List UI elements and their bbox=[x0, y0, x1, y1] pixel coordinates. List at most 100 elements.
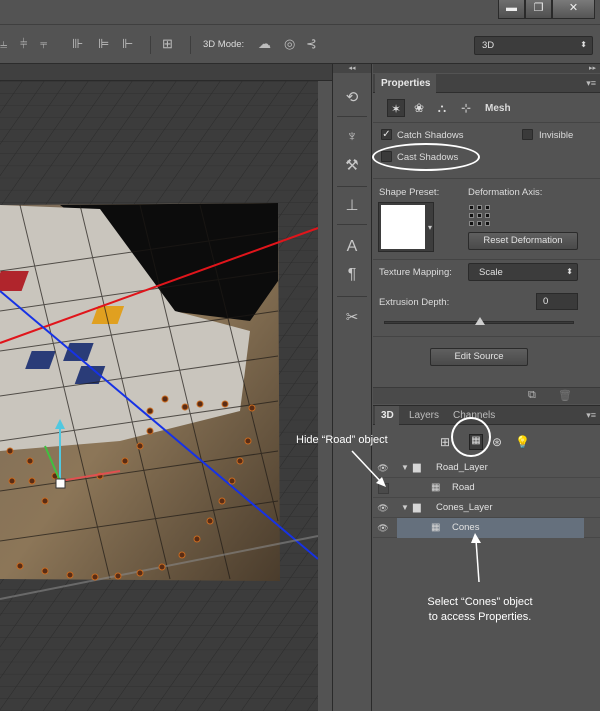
panel-collapse-button[interactable]: ▸▸ bbox=[373, 64, 600, 73]
cap-icon[interactable]: ⛬ bbox=[433, 99, 451, 117]
layer-row-road-group[interactable]: 👁 ▼ ▆ Road_Layer bbox=[373, 458, 600, 478]
new-object-icon[interactable]: ⧉ bbox=[528, 389, 536, 402]
character-icon[interactable]: A bbox=[333, 238, 371, 256]
workspace-select[interactable]: 3D ⬍ bbox=[474, 36, 593, 55]
deform-icon[interactable]: ❀ bbox=[410, 99, 428, 117]
3d-scene[interactable] bbox=[0, 81, 318, 711]
align-hcenter-icon[interactable]: ⊫ bbox=[98, 36, 109, 52]
3d-mode-label: 3D Mode: bbox=[203, 39, 245, 50]
panel-dock-icons: ◂◂ ⟲ ♆ ⚒ ⊥ A ¶ ✂ bbox=[332, 64, 372, 711]
align-left-icon[interactable]: ⊪ bbox=[72, 36, 83, 52]
slider-handle[interactable] bbox=[475, 317, 485, 325]
align-right-icon[interactable]: ⊩ bbox=[122, 36, 133, 52]
roll-icon[interactable]: ◎ bbox=[284, 36, 295, 52]
close-button[interactable]: ✕ bbox=[552, 0, 595, 19]
coordinates-icon[interactable]: ⊹ bbox=[457, 99, 475, 117]
layer-row-cones-group[interactable]: 👁 ▼ ▆ Cones_Layer bbox=[373, 498, 600, 518]
restore-button[interactable]: ❐ bbox=[525, 0, 552, 19]
panel-menu-icon[interactable]: ▾≡ bbox=[586, 78, 596, 89]
texture-mapping-label: Texture Mapping: bbox=[379, 267, 452, 278]
extrusion-depth-label: Extrusion Depth: bbox=[379, 297, 450, 308]
layer-name: Road bbox=[452, 482, 475, 493]
tool-presets-icon[interactable]: ⚒ bbox=[333, 156, 371, 174]
selection-highlight bbox=[397, 518, 584, 538]
mesh-filter-icon[interactable]: ✶ bbox=[387, 99, 405, 117]
axis-dot[interactable] bbox=[477, 221, 482, 226]
orbit-icon[interactable]: ☁ bbox=[258, 36, 271, 52]
catch-shadows-checkbox[interactable]: ✓ bbox=[381, 129, 392, 140]
history-icon[interactable]: ⟲ bbox=[333, 88, 371, 106]
annotation-arrow bbox=[471, 533, 481, 583]
distribute-icon[interactable]: ⊞ bbox=[162, 36, 173, 52]
shape-preset-label: Shape Preset: bbox=[379, 187, 440, 198]
align-top-icon[interactable]: ⫨ bbox=[0, 36, 7, 52]
axis-dot[interactable] bbox=[477, 205, 482, 210]
axis-dot[interactable] bbox=[477, 213, 482, 218]
axis-dot[interactable] bbox=[469, 205, 474, 210]
tab-layers[interactable]: Layers bbox=[403, 406, 445, 425]
stamp-icon[interactable]: ⊥ bbox=[333, 196, 371, 214]
catch-shadows-label: Catch Shadows bbox=[397, 130, 464, 141]
axis-dot[interactable] bbox=[485, 213, 490, 218]
align-bottom-icon[interactable]: ⫧ bbox=[40, 36, 47, 52]
edit-source-button[interactable]: Edit Source bbox=[430, 348, 528, 366]
divider bbox=[373, 336, 600, 337]
tools-icon[interactable]: ✂ bbox=[333, 308, 371, 326]
trash-icon[interactable]: 🗑 bbox=[558, 389, 572, 402]
highlight-circle bbox=[451, 417, 491, 457]
light-filter-icon[interactable]: 💡 bbox=[515, 435, 530, 449]
chevron-down-icon: ▾ bbox=[427, 223, 432, 232]
layer-name: Road_Layer bbox=[436, 462, 488, 473]
divider bbox=[337, 224, 367, 225]
texture-mapping-select[interactable]: Scale ⬍ bbox=[468, 263, 578, 281]
eye-icon[interactable]: 👁 bbox=[377, 523, 389, 533]
deformation-axis-grid[interactable] bbox=[469, 205, 491, 227]
axis-dot[interactable] bbox=[485, 205, 490, 210]
divider bbox=[337, 116, 367, 117]
shape-preset-swatch bbox=[381, 205, 425, 249]
axis-dot[interactable] bbox=[469, 213, 474, 218]
materials-filter-icon[interactable]: ⊛ bbox=[492, 435, 502, 449]
brush-presets-icon[interactable]: ♆ bbox=[333, 128, 371, 145]
shape-preset-picker[interactable]: ▾ bbox=[378, 202, 434, 252]
mesh-icon: ▦ bbox=[431, 482, 441, 493]
updown-arrows-icon: ⬍ bbox=[580, 40, 587, 49]
texture-mapping-value: Scale bbox=[479, 267, 503, 278]
tab-3d[interactable]: 3D bbox=[375, 406, 399, 425]
tab-properties[interactable]: Properties bbox=[375, 74, 437, 93]
workspace-select-value: 3D bbox=[482, 40, 495, 51]
folder-icon: ▆ bbox=[413, 502, 421, 513]
divider bbox=[337, 186, 367, 187]
divider bbox=[337, 296, 367, 297]
divider bbox=[373, 122, 600, 123]
document-canvas[interactable] bbox=[0, 81, 318, 711]
layer-name: Cones_Layer bbox=[436, 502, 493, 513]
reset-deformation-button[interactable]: Reset Deformation bbox=[468, 232, 578, 250]
annotation-line: to access Properties. bbox=[428, 611, 532, 623]
extrusion-depth-input[interactable]: 0 bbox=[536, 293, 578, 310]
section-title: Mesh bbox=[485, 103, 511, 114]
separator bbox=[190, 36, 191, 54]
annotation-arrow bbox=[351, 450, 386, 487]
divider bbox=[373, 178, 600, 179]
layers-tabbar: 3D Layers Channels ▾≡ bbox=[373, 406, 600, 425]
panel-menu-icon[interactable]: ▾≡ bbox=[586, 410, 596, 421]
mesh-icon: ▦ bbox=[431, 522, 441, 533]
paragraph-icon[interactable]: ¶ bbox=[333, 266, 371, 284]
scene-filter-icon[interactable]: ⊞ bbox=[440, 435, 450, 449]
folder-icon: ▆ bbox=[413, 462, 421, 473]
invisible-label: Invisible bbox=[539, 130, 574, 141]
pan-icon[interactable]: ⊰ bbox=[306, 36, 317, 52]
expand-triangle-icon[interactable]: ▼ bbox=[401, 463, 409, 472]
invisible-checkbox[interactable] bbox=[522, 129, 533, 140]
dock-collapse-button[interactable]: ◂◂ bbox=[333, 64, 371, 73]
axis-dot[interactable] bbox=[469, 221, 474, 226]
expand-triangle-icon[interactable]: ▼ bbox=[401, 503, 409, 512]
axis-dot[interactable] bbox=[485, 221, 490, 226]
highlight-ellipse bbox=[372, 143, 480, 171]
document-tab-strip bbox=[0, 64, 332, 81]
layer-row-road[interactable]: ▦ Road bbox=[373, 478, 600, 498]
minimize-button[interactable]: ▬ bbox=[498, 0, 525, 19]
align-vcenter-icon[interactable]: ⫩ bbox=[20, 36, 27, 52]
deformation-axis-label: Deformation Axis: bbox=[468, 187, 543, 198]
